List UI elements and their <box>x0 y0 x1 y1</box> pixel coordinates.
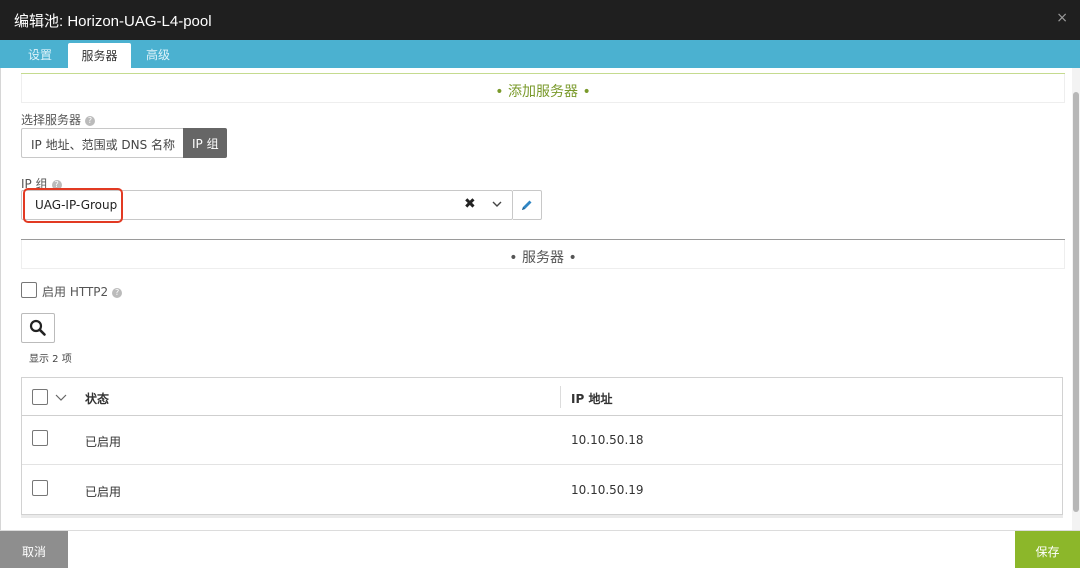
clear-x-icon[interactable]: ✖ <box>464 196 476 212</box>
tab-settings[interactable]: 设置 <box>28 46 52 63</box>
close-icon[interactable]: × <box>1056 10 1068 26</box>
table-row[interactable]: 已启用 10.10.50.19 <box>22 466 1062 515</box>
column-divider <box>560 386 561 408</box>
save-button[interactable]: 保存 <box>1015 531 1080 568</box>
row-checkbox[interactable] <box>32 430 48 446</box>
row-status: 已启用 <box>85 435 122 449</box>
table-bottom-shadow <box>21 515 1063 518</box>
table-row[interactable]: 已启用 10.10.50.18 <box>22 416 1062 465</box>
search-icon <box>29 319 46 336</box>
mode-ip-range-dns-button[interactable]: IP 地址、范围或 DNS 名称 <box>21 128 183 158</box>
column-header-status[interactable]: 状态 <box>85 390 109 407</box>
cancel-button[interactable]: 取消 <box>0 531 68 568</box>
scrollbar-thumb[interactable] <box>1073 92 1079 512</box>
tab-servers[interactable]: 服务器 <box>68 43 131 68</box>
vertical-scrollbar[interactable] <box>1072 68 1080 530</box>
table-header: 状态 IP 地址 <box>22 378 1062 416</box>
dialog-title: 编辑池: Horizon-UAG-L4-pool <box>14 13 212 30</box>
tab-bar: 设置 服务器 高级 <box>0 40 1080 68</box>
enable-http2-label-row: 启用 HTTP2? <box>42 283 123 300</box>
dialog-footer: 取消 保存 <box>0 530 1080 568</box>
select-all-checkbox[interactable] <box>32 389 48 405</box>
item-count: 显示 2 项 <box>29 354 72 365</box>
dialog-titlebar: 编辑池: Horizon-UAG-L4-pool × <box>0 0 1080 40</box>
row-ip: 10.10.50.18 <box>571 433 644 447</box>
servers-table: 状态 IP 地址 已启用 10.10.50.18 已启用 10.10.50.19 <box>21 377 1063 515</box>
dialog-content: • 添加服务器 • 选择服务器? IP 地址、范围或 DNS 名称 IP 组 I… <box>0 68 1072 530</box>
help-icon[interactable]: ? <box>112 288 123 298</box>
chevron-down-icon[interactable] <box>55 392 67 404</box>
section-title-add-server: • 添加服务器 • <box>495 84 591 100</box>
edit-ip-group-button[interactable] <box>513 190 542 220</box>
tab-advanced[interactable]: 高级 <box>146 46 170 63</box>
row-ip: 10.10.50.19 <box>571 483 644 497</box>
chevron-down-icon[interactable] <box>492 199 502 209</box>
enable-http2-label: 启用 HTTP2 <box>42 285 109 299</box>
row-status: 已启用 <box>85 485 122 499</box>
enable-http2-checkbox[interactable] <box>21 282 37 298</box>
highlight-annotation-box <box>23 188 123 223</box>
row-checkbox[interactable] <box>32 480 48 496</box>
pencil-icon <box>522 200 532 210</box>
select-server-label-row: 选择服务器? <box>21 111 96 128</box>
column-header-ip[interactable]: IP 地址 <box>571 390 612 407</box>
help-icon[interactable]: ? <box>85 116 96 126</box>
search-button[interactable] <box>21 313 55 343</box>
mode-ip-group-button[interactable]: IP 组 <box>183 128 227 158</box>
section-title-servers: • 服务器 • <box>509 250 577 266</box>
select-server-label: 选择服务器 <box>21 113 82 127</box>
